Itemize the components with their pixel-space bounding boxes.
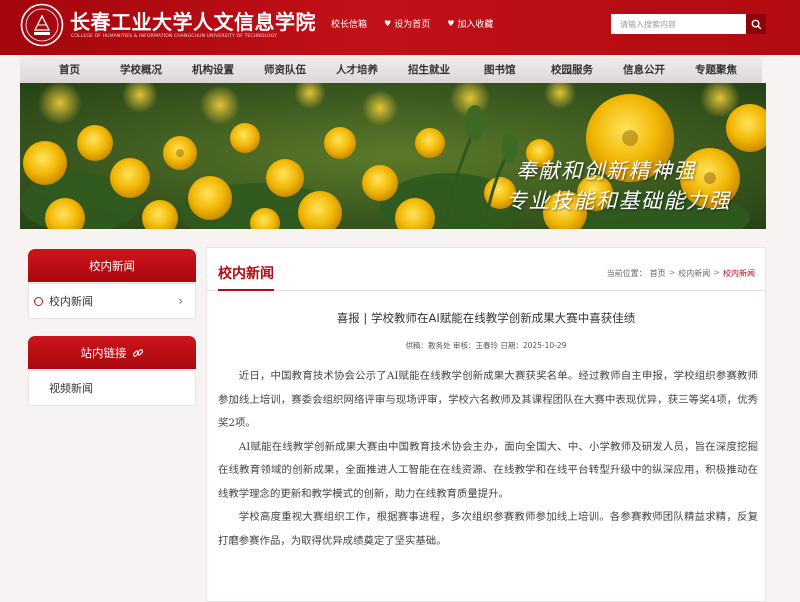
set-homepage-link[interactable]: ♥ 设为首页 [384, 17, 430, 30]
search-button[interactable] [746, 14, 766, 34]
title-divider [207, 290, 765, 291]
sidebar-item-label: 校内新闻 [49, 295, 93, 308]
hero-banner: 奉献和创新精神强 专业技能和基础能力强 [20, 83, 766, 229]
sidebar-section-title-news: 校内新闻 [28, 249, 196, 282]
nav-item-overview[interactable]: 学校概况 [120, 62, 162, 77]
nav-item-home[interactable]: 首页 [59, 62, 80, 77]
sidebar-item-label: 视频新闻 [49, 382, 93, 395]
nav-item-faculty[interactable]: 师资队伍 [264, 62, 306, 77]
article-title: 喜报 | 学校教师在AI赋能在线教学创新成果大赛中喜获佳绩 [336, 311, 636, 325]
breadcrumb-level1[interactable]: 校内新闻 [678, 268, 710, 279]
sidebar-item-video-news[interactable]: 视频新闻 [28, 370, 196, 406]
link-icon [132, 348, 143, 357]
breadcrumb-prefix: 当前位置： [606, 269, 647, 278]
article-paragraph: 近日，中国教育技术协会公示了AI赋能在线教学创新成果大赛获奖名单。经过教师自主申… [218, 370, 758, 429]
nav-item-library[interactable]: 图书馆 [484, 62, 516, 77]
article-paragraph: AI赋能在线教学创新成果大赛由中国教育技术协会主办，面向全国大、中、小学教师及研… [218, 440, 758, 500]
nav-item-special[interactable]: 专题聚焦 [695, 62, 737, 77]
breadcrumb-current[interactable]: 校内新闻 [723, 268, 755, 279]
nav-item-organization[interactable]: 机构设置 [192, 62, 234, 77]
circle-bullet-icon [34, 296, 43, 306]
nav-item-campus-service[interactable]: 校园服务 [551, 62, 593, 77]
school-name-logo[interactable]: 长春工业大学人文信息学院 [70, 6, 316, 35]
site-header: 长春工业大学人文信息学院 COLLEGE OF HUMANITIES & INF… [0, 0, 800, 55]
banner-motto-line2: 专业技能和基础能力强 [506, 189, 731, 213]
title-accent-bar [218, 289, 274, 291]
banner-motto-line1: 奉献和创新精神强 [516, 159, 696, 183]
nav-item-admission[interactable]: 招生就业 [408, 62, 450, 77]
plus-icon: ♥ [447, 19, 455, 28]
main-nav: 首页 学校概况 机构设置 师资队伍 人才培养 招生就业 图书馆 校园服务 信息公… [20, 55, 762, 83]
article-paragraph: 学校高度重视大赛组织工作，根据赛事进程，多次组织参赛教师参加线上培训。各参赛教师… [218, 511, 758, 547]
main-content-panel: 校内新闻 当前位置： 首页 > 校内新闻 > 校内新闻 喜报 | 学校教师在AI… [206, 247, 766, 602]
search-icon [751, 19, 761, 29]
home-icon: ♥ [384, 19, 392, 28]
breadcrumb-separator: > [713, 268, 720, 277]
principal-mailbox-link[interactable]: 校长信箱 [328, 17, 367, 30]
quick-link-label: 加入收藏 [457, 20, 494, 30]
quick-link-label: 校长信箱 [331, 20, 368, 30]
chevron-right-icon: › [178, 294, 183, 308]
sidebar-title-label: 站内链接 [80, 345, 127, 360]
article-meta: 供稿：教务处 审核：王春玲 日期：2025-10-29 [405, 341, 567, 350]
breadcrumb-separator: > [668, 268, 676, 277]
university-emblem-icon[interactable] [20, 3, 64, 47]
quick-link-label: 设为首页 [394, 20, 431, 30]
nav-item-info-public[interactable]: 信息公开 [623, 62, 665, 77]
breadcrumb: 当前位置： 首页 > 校内新闻 > 校内新闻 [607, 268, 755, 279]
sidebar-item-campus-news[interactable]: 校内新闻 › [28, 283, 196, 319]
page-title: 校内新闻 [218, 266, 274, 282]
sidebar-section-title-links: 站内链接 [28, 336, 196, 369]
search-input[interactable] [611, 14, 746, 34]
sidebar-title-label: 校内新闻 [89, 258, 135, 273]
quick-links: 校长信箱 ♥ 设为首页 ♥ 加入收藏 [328, 17, 493, 30]
article-body: 近日，中国教育技术协会公示了AI赋能在线教学创新成果大赛获奖名单。经过教师自主申… [218, 365, 758, 553]
breadcrumb-home[interactable]: 首页 [650, 268, 666, 279]
nav-item-talent[interactable]: 人才培养 [336, 62, 378, 77]
add-favorite-link[interactable]: ♥ 加入收藏 [447, 17, 493, 30]
school-name-en: COLLEGE OF HUMANITIES & INFORMATION CHAN… [71, 34, 278, 39]
